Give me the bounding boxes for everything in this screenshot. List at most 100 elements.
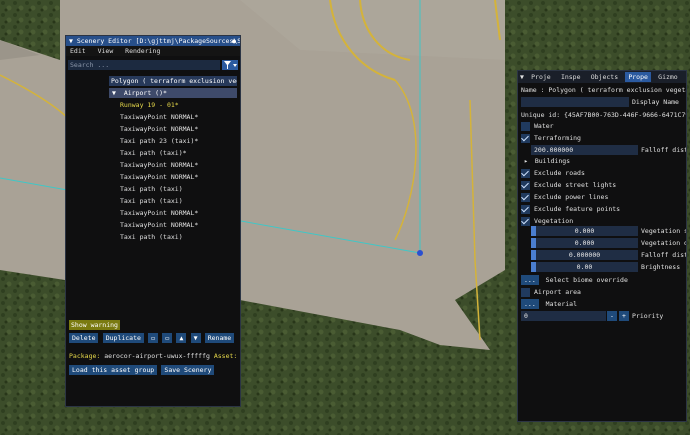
vegetation-check[interactable] xyxy=(521,216,530,226)
falloff-input[interactable]: 200.000000 xyxy=(531,145,638,155)
expand-right-icon: ▸ xyxy=(524,157,528,165)
priority-decrement-button[interactable]: - xyxy=(607,311,617,321)
unique-id: Unique id: {45AF7B00-763D-446F-9666-6471… xyxy=(521,111,687,119)
tree-item[interactable]: TaxiwayPoint NORMAL* xyxy=(120,220,198,230)
select-biome-label: Select biome override xyxy=(545,276,628,284)
buildings-label: Buildings xyxy=(534,157,571,165)
menu-rendering[interactable]: Rendering xyxy=(125,47,160,55)
tab-gizmo[interactable]: Gizmo xyxy=(655,72,681,82)
menu-bar: Edit View Rendering xyxy=(66,46,240,56)
veg-slider-1-value: 0.000 xyxy=(574,227,595,235)
expand-icon: ▼ xyxy=(112,89,116,97)
brightness-value: 0.00 xyxy=(576,263,593,271)
exclude-feature-points-checkbox[interactable]: Exclude feature points xyxy=(521,204,620,214)
tree-item[interactable]: TaxiwayPoint NORMAL* xyxy=(120,172,198,182)
close-icon[interactable]: ● xyxy=(232,36,236,46)
collapse-icon[interactable]: ▼ xyxy=(69,37,73,45)
name-line: Name : Polygon ( terraform exclusion veg… xyxy=(521,86,687,94)
tree-item-runway[interactable]: Runway 19 - 01* xyxy=(120,100,179,110)
exclude-power-lines-check[interactable] xyxy=(521,192,530,202)
tab-inspector[interactable]: Inspe xyxy=(558,72,584,82)
priority-label: Priority xyxy=(632,312,664,320)
duplicate-button[interactable]: Duplicate xyxy=(102,333,144,343)
exclude-street-lights-label: Exclude street lights xyxy=(534,181,617,189)
airport-area-check[interactable] xyxy=(521,287,530,297)
terraforming-label: Terraforming xyxy=(534,134,581,142)
scenery-editor-window: ▼ Scenery Editor [D:\gjttmj\PackageSourc… xyxy=(65,35,241,407)
exclude-roads-label: Exclude roads xyxy=(534,169,585,177)
material-button[interactable]: ... xyxy=(521,299,539,309)
priority-input[interactable]: 0 xyxy=(521,311,606,321)
tab-bar: ▼ Proje Inspe Objects Prope Gizmo xyxy=(518,71,686,83)
package-value: aerocor-airport-uwux-fffffg xyxy=(104,352,210,360)
material-label: Material xyxy=(545,300,577,308)
folder-open-icon[interactable]: ▭ xyxy=(148,333,159,343)
tree-item[interactable]: Taxi path (taxi) xyxy=(120,232,183,242)
tab-objects[interactable]: Objects xyxy=(588,72,621,82)
search-input[interactable]: Search ... xyxy=(68,60,220,70)
arrow-up-icon[interactable]: ▲ xyxy=(176,333,187,343)
water-check[interactable] xyxy=(521,121,530,131)
veg-slider-1-label: Vegetation s xyxy=(641,227,687,235)
tab-project[interactable]: Proje xyxy=(528,72,554,82)
filter-button[interactable] xyxy=(222,60,238,70)
save-scenery-button[interactable]: Save Scenery xyxy=(161,365,215,375)
tree-item[interactable]: Taxi path (taxi) xyxy=(120,196,183,206)
scenery-editor-titlebar[interactable]: ▼ Scenery Editor [D:\gjttmj\PackageSourc… xyxy=(66,36,240,46)
collapse-icon[interactable]: ▼ xyxy=(520,73,524,81)
folder-add-icon[interactable]: ▭ xyxy=(162,333,173,343)
action-toolbar: Delete Duplicate ▭ ▭ ▲ ▼ Rename xyxy=(69,333,235,343)
tree-item[interactable]: TaxiwayPoint NORMAL* xyxy=(120,124,198,134)
brightness-label: Brightness xyxy=(641,263,681,271)
show-warning-button[interactable]: Show warning xyxy=(69,320,120,330)
buildings-tree-node[interactable]: ▸ Buildings xyxy=(524,156,570,166)
tree-item[interactable]: Taxi path (taxi) xyxy=(120,184,183,194)
package-line: Package: aerocor-airport-uwux-fffffg Ass… xyxy=(69,351,240,361)
priority-increment-button[interactable]: + xyxy=(619,311,629,321)
falloff-label: Falloff dist xyxy=(641,146,687,154)
tree-airport-label: ▼ Airport ()* xyxy=(112,88,167,98)
exclude-feature-points-check[interactable] xyxy=(521,204,530,214)
exclude-roads-check[interactable] xyxy=(521,168,530,178)
arrow-down-icon[interactable]: ▼ xyxy=(190,333,201,343)
veg-slider-3-value: 0.000000 xyxy=(568,251,601,259)
select-biome-button[interactable]: ... xyxy=(521,275,539,285)
menu-view[interactable]: View xyxy=(98,47,114,55)
display-name-label: Display Name xyxy=(632,98,679,106)
exclude-street-lights-check[interactable] xyxy=(521,180,530,190)
asset-label: Asset: xyxy=(213,352,238,360)
veg-slider-2-label: Vegetation d xyxy=(641,239,687,247)
tree-item[interactable]: Taxi path 23 (taxi)* xyxy=(120,136,198,146)
tree-item[interactable]: TaxiwayPoint NORMAL* xyxy=(120,208,198,218)
delete-button[interactable]: Delete xyxy=(69,333,99,343)
veg-slider-3-label: Falloff dist xyxy=(641,251,687,259)
exclude-power-lines-checkbox[interactable]: Exclude power lines xyxy=(521,192,608,202)
search-placeholder: Search ... xyxy=(70,61,110,69)
veg-slider-2-value: 0.000 xyxy=(574,239,595,247)
exclude-feature-points-label: Exclude feature points xyxy=(534,205,621,213)
tree-item[interactable]: Taxi path (taxi)* xyxy=(120,148,187,158)
rename-button[interactable]: Rename xyxy=(204,333,235,343)
airport-area-checkbox[interactable]: Airport area xyxy=(521,287,581,297)
display-name-input[interactable] xyxy=(521,97,629,107)
water-checkbox[interactable]: Water xyxy=(521,121,554,131)
show-warning-label: Show warning xyxy=(71,321,118,329)
exclude-power-lines-label: Exclude power lines xyxy=(534,193,609,201)
package-label: Package: xyxy=(69,352,101,360)
exclude-street-lights-checkbox[interactable]: Exclude street lights xyxy=(521,180,616,190)
vegetation-label: Vegetation xyxy=(534,217,574,225)
water-label: Water xyxy=(534,122,554,130)
terraforming-check[interactable] xyxy=(521,133,530,143)
exclude-roads-checkbox[interactable]: Exclude roads xyxy=(521,168,585,178)
vegetation-checkbox[interactable]: Vegetation xyxy=(521,216,573,226)
bottom-buttons: Load this asset group Save Scenery xyxy=(69,365,215,375)
tab-properties[interactable]: Prope xyxy=(625,72,651,82)
tree-item[interactable]: TaxiwayPoint NORMAL* xyxy=(120,160,198,170)
menu-edit[interactable]: Edit xyxy=(70,47,86,55)
terraforming-checkbox[interactable]: Terraforming xyxy=(521,133,581,143)
tree-polygon-label: Polygon ( terraform exclusion vegeta xyxy=(111,77,237,85)
select-biome-line: ... Select biome override xyxy=(521,275,628,285)
tree-item[interactable]: TaxiwayPoint NORMAL* xyxy=(120,112,198,122)
load-asset-group-button[interactable]: Load this asset group xyxy=(69,365,158,375)
airport-label: Airport ()* xyxy=(123,89,167,97)
